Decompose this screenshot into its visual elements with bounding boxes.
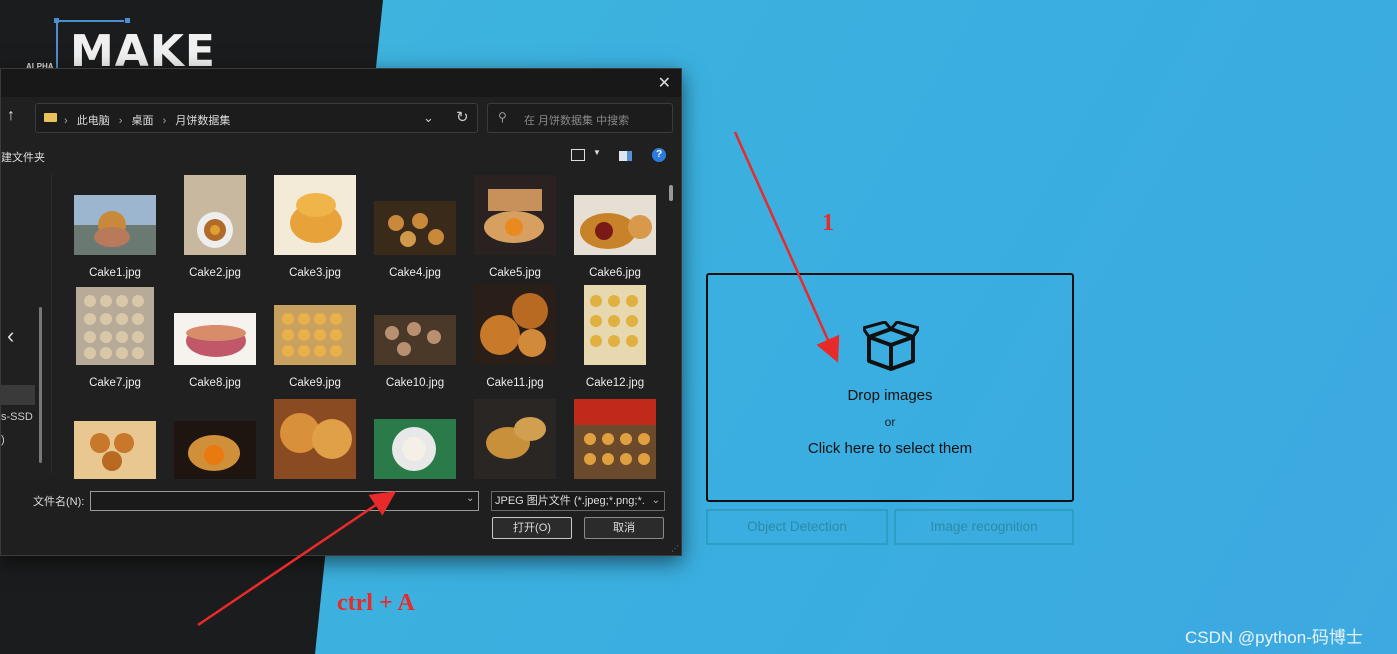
arrow-to-drop-zone — [733, 131, 840, 363]
annotation-shortcut: ctrl + A — [337, 590, 415, 616]
watermark: CSDN @python-码博士 — [1185, 628, 1363, 647]
annotation-step-1: 1 — [822, 210, 834, 236]
annotation-arrows — [197, 131, 840, 627]
